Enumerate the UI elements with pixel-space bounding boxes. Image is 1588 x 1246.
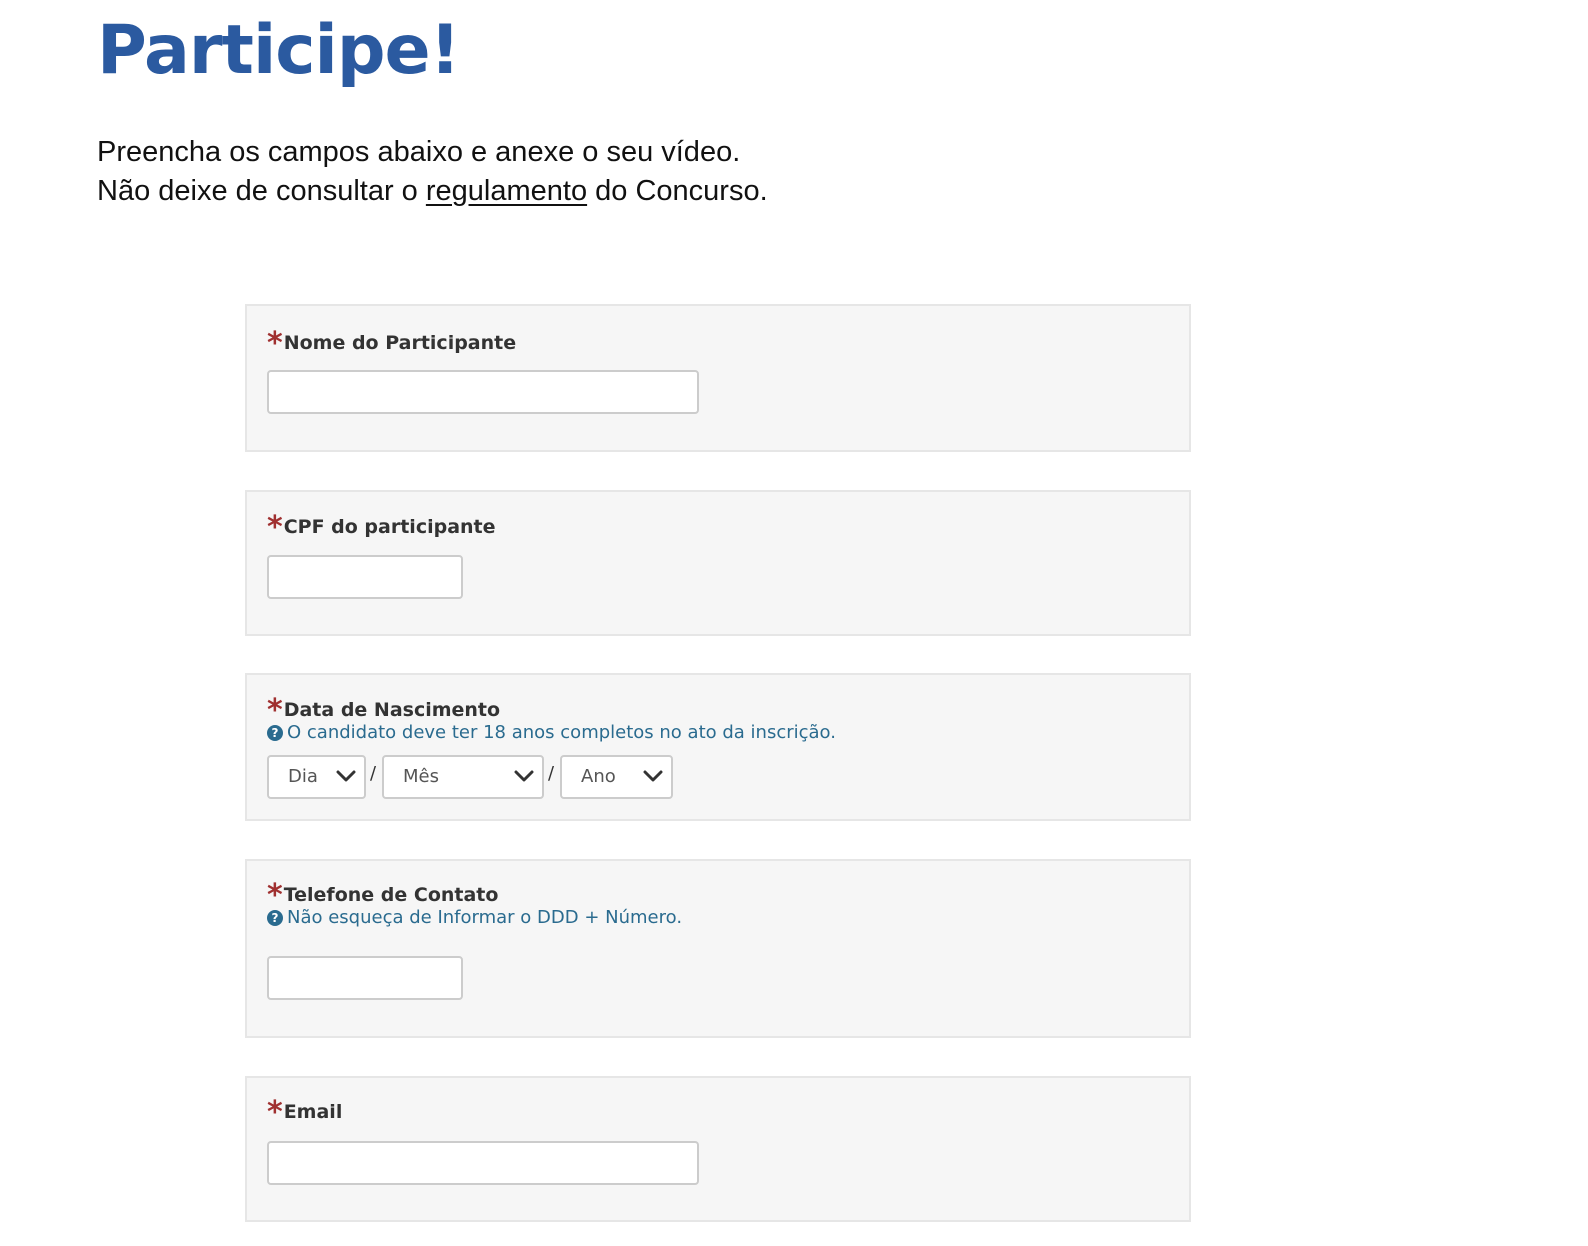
chevron-down-icon [336, 770, 356, 782]
month-select[interactable]: Mês [382, 755, 544, 799]
field-label-nome-text: Nome do Participante [283, 332, 517, 354]
year-select[interactable]: Ano [560, 755, 673, 799]
cpf-input[interactable] [267, 555, 463, 599]
help-text-telefone: ? Não esqueça de Informar o DDD + Número. [267, 907, 682, 929]
field-label-data-nascimento: *Data de Nascimento [267, 695, 501, 726]
year-select-value: Ano [581, 766, 616, 787]
nome-input[interactable] [267, 370, 699, 414]
date-separator: / [548, 763, 555, 784]
field-label-email: *Email [267, 1097, 343, 1128]
help-text-telefone-text: Não esqueça de Informar o DDD + Número. [287, 907, 683, 928]
field-email: *Email [245, 1076, 1191, 1222]
required-asterisk-icon: * [267, 326, 283, 361]
page-title: Participe! [97, 11, 461, 90]
field-label-data-nascimento-text: Data de Nascimento [283, 699, 501, 721]
day-select[interactable]: Dia [267, 755, 366, 799]
day-select-value: Dia [288, 766, 318, 787]
question-circle-icon: ? [267, 725, 283, 741]
intro-line-1: Preencha os campos abaixo e anexe o seu … [97, 136, 741, 168]
month-select-value: Mês [403, 766, 439, 787]
question-circle-icon: ? [267, 910, 283, 926]
field-label-cpf-text: CPF do participante [283, 516, 496, 538]
field-label-telefone-text: Telefone de Contato [283, 884, 499, 906]
field-nome: *Nome do Participante [245, 304, 1191, 452]
intro-line-2-suffix: do Concurso. [587, 175, 768, 207]
field-cpf: *CPF do participante [245, 490, 1191, 636]
chevron-down-icon [514, 770, 534, 782]
field-label-email-text: Email [283, 1101, 343, 1123]
field-label-nome: *Nome do Participante [267, 328, 517, 359]
help-text-nascimento-text: O candidato deve ter 18 anos completos n… [287, 722, 836, 743]
required-asterisk-icon: * [267, 510, 283, 545]
intro-text: Preencha os campos abaixo e anexe o seu … [97, 133, 1197, 211]
regulamento-link[interactable]: regulamento [426, 175, 587, 207]
help-text-nascimento: ? O candidato deve ter 18 anos completos … [267, 722, 836, 744]
date-separator: / [370, 763, 377, 784]
field-label-telefone: *Telefone de Contato [267, 880, 499, 911]
telefone-input[interactable] [267, 956, 463, 1000]
field-label-cpf: *CPF do participante [267, 512, 496, 543]
field-data-nascimento: *Data de Nascimento ? O candidato deve te… [245, 673, 1191, 821]
intro-line-2-prefix: Não deixe de consultar o [97, 175, 426, 207]
field-telefone: *Telefone de Contato ? Não esqueça de Inf… [245, 859, 1191, 1038]
chevron-down-icon [643, 770, 663, 782]
intro-line-2: Não deixe de consultar o regulamento do … [97, 172, 1197, 211]
required-asterisk-icon: * [267, 1095, 283, 1130]
email-input[interactable] [267, 1141, 699, 1185]
